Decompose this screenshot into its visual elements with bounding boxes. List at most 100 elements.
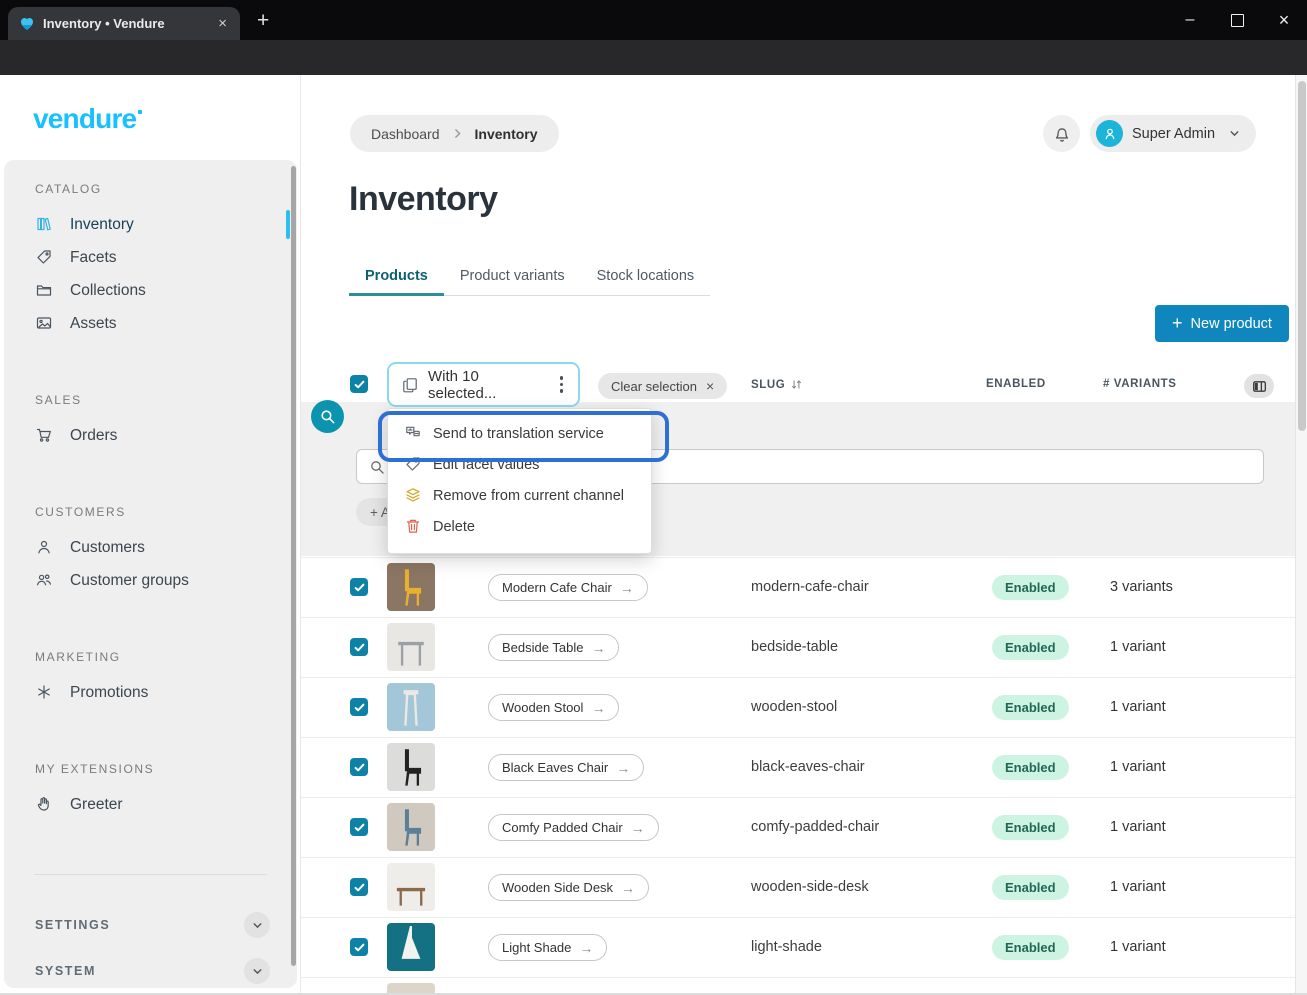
table-row-modern-cafe-chair: Modern Cafe Chair→modern-cafe-chairEnabl… — [301, 557, 1296, 617]
status-badge: Enabled — [992, 755, 1069, 780]
product-link[interactable]: Modern Cafe Chair → — [488, 574, 648, 601]
chevron-down-icon[interactable] — [244, 912, 270, 938]
folder-icon — [36, 282, 53, 299]
tab-stock-locations[interactable]: Stock locations — [581, 259, 711, 295]
menu-item-remove-from-current-channel[interactable]: Remove from current channel — [388, 480, 651, 511]
sidebar-scrollbar[interactable] — [291, 166, 296, 966]
asterisk-icon — [36, 684, 53, 701]
sidebar-item-facets[interactable]: Facets — [4, 241, 297, 274]
product-link[interactable]: Black Eaves Chair→ — [488, 754, 644, 781]
column-settings-button[interactable] — [1244, 374, 1274, 398]
row-checkbox[interactable] — [350, 698, 368, 716]
nav-section-label: MARKETING — [35, 650, 297, 664]
chevron-down-icon — [1228, 127, 1241, 140]
product-name: Wooden Side Desk — [502, 880, 613, 895]
nav-section-label: MY EXTENSIONS — [35, 762, 297, 776]
sidebar-section-settings[interactable]: SETTINGS — [4, 909, 297, 941]
page-scrollbar[interactable] — [1295, 75, 1307, 995]
product-slug: light-shade — [751, 939, 822, 955]
product-link[interactable]: Bedside Table → — [488, 634, 619, 661]
sidebar-section-system[interactable]: SYSTEM — [4, 955, 297, 987]
arrow-right-icon: → — [591, 641, 605, 655]
menu-item-label: Edit facet values — [433, 457, 539, 473]
row-checkbox[interactable] — [350, 758, 368, 776]
browser-tab[interactable]: Inventory • Vendure × — [8, 7, 240, 40]
sidebar-item-label: Collections — [70, 282, 146, 300]
menu-item-send-to-translation-service[interactable]: Send to translation service — [388, 418, 651, 449]
product-thumbnail — [387, 923, 435, 971]
select-all-checkbox[interactable] — [350, 375, 368, 393]
tag-icon — [405, 456, 422, 473]
menu-item-label: Send to translation service — [433, 426, 604, 442]
product-name: Bedside Table — [502, 640, 583, 655]
row-checkbox[interactable] — [350, 818, 368, 836]
product-link[interactable]: Comfy Padded Chair→ — [488, 814, 659, 841]
status-badge: Enabled — [992, 935, 1069, 960]
product-link[interactable]: Light Shade→ — [488, 934, 607, 961]
sidebar-item-assets[interactable]: Assets — [4, 307, 297, 340]
active-indicator — [286, 210, 290, 239]
user-icon — [36, 539, 53, 556]
new-product-button[interactable]: + New product — [1155, 305, 1289, 342]
sidebar-item-inventory[interactable]: Inventory — [4, 208, 297, 241]
close-icon[interactable]: × — [706, 378, 714, 394]
search-toggle-button[interactable] — [311, 400, 344, 433]
notifications-button[interactable] — [1043, 115, 1080, 152]
tab-products[interactable]: Products — [349, 259, 444, 295]
sidebar-nav: CATALOGInventoryFacetsCollectionsAssetsS… — [4, 160, 297, 988]
sidebar-item-customer-groups[interactable]: Customer groups — [4, 564, 297, 597]
user-name: Super Admin — [1132, 126, 1215, 142]
close-window-button[interactable]: × — [1261, 0, 1307, 40]
arrow-right-icon: → — [621, 881, 635, 895]
products-table: Modern Cafe Chair → modern-cafe-chair Enabl… — [301, 557, 1296, 995]
sidebar-item-orders[interactable]: Orders — [4, 419, 297, 452]
user-menu[interactable]: Super Admin — [1090, 115, 1256, 152]
layers-icon — [405, 487, 422, 504]
product-link[interactable]: Wooden Side Desk → — [488, 874, 649, 901]
scrollbar-thumb[interactable] — [1298, 81, 1306, 431]
search-icon — [319, 408, 336, 425]
status-badge: Enabled — [992, 635, 1069, 660]
row-checkbox[interactable] — [350, 938, 368, 956]
new-tab-button[interactable]: + — [257, 9, 269, 33]
product-slug: wooden-side-desk — [751, 879, 869, 895]
menu-item-label: Remove from current channel — [433, 488, 624, 504]
tab-product-variants[interactable]: Product variants — [444, 259, 581, 295]
sidebar-item-customers[interactable]: Customers — [4, 531, 297, 564]
bulk-actions-button[interactable]: With 10 selected... — [387, 362, 580, 407]
row-checkbox[interactable] — [350, 878, 368, 896]
product-name: Modern Cafe Chair — [502, 580, 612, 595]
product-thumbnail — [387, 743, 435, 791]
arrow-right-icon: → — [620, 581, 634, 595]
variants-count: 1 variant — [1110, 879, 1166, 895]
sidebar-item-greeter[interactable]: Greeter — [4, 788, 297, 821]
cart-icon — [36, 427, 53, 444]
kebab-menu-icon[interactable] — [558, 374, 565, 394]
sidebar-item-label: Facets — [70, 249, 117, 267]
sidebar-item-collections[interactable]: Collections — [4, 274, 297, 307]
table-row-wooden-stool: Wooden Stool→wooden-stoolEnabled1 varian… — [301, 677, 1296, 737]
tab-close-icon[interactable]: × — [213, 14, 232, 33]
chevron-down-icon[interactable] — [244, 958, 270, 984]
column-header-slug[interactable]: SLUG — [751, 378, 803, 391]
product-thumbnail — [387, 803, 435, 851]
menu-item-edit-facet-values[interactable]: Edit facet values — [388, 449, 651, 480]
product-slug: modern-cafe-chair — [751, 579, 869, 595]
arrow-right-icon: → — [579, 941, 593, 955]
row-checkbox[interactable] — [350, 578, 368, 596]
vendure-logo: vendure — [33, 103, 142, 135]
arrow-right-icon: → — [591, 701, 605, 715]
vendure-favicon-icon — [19, 16, 35, 32]
menu-item-delete[interactable]: Delete — [388, 511, 651, 542]
clear-selection-chip[interactable]: Clear selection × — [598, 373, 727, 399]
product-link[interactable]: Wooden Stool→ — [488, 694, 619, 721]
column-header-enabled: ENABLED — [986, 378, 1046, 390]
row-checkbox[interactable] — [350, 638, 368, 656]
maximize-button[interactable] — [1214, 0, 1260, 40]
minimize-button[interactable]: – — [1167, 0, 1213, 40]
browser-tab-strip: Inventory • Vendure × + – × — [0, 0, 1307, 40]
product-thumbnail — [387, 623, 435, 671]
breadcrumb-dashboard[interactable]: Dashboard — [371, 126, 440, 142]
variants-count: 3 variants — [1110, 579, 1173, 595]
sidebar-item-promotions[interactable]: Promotions — [4, 676, 297, 709]
